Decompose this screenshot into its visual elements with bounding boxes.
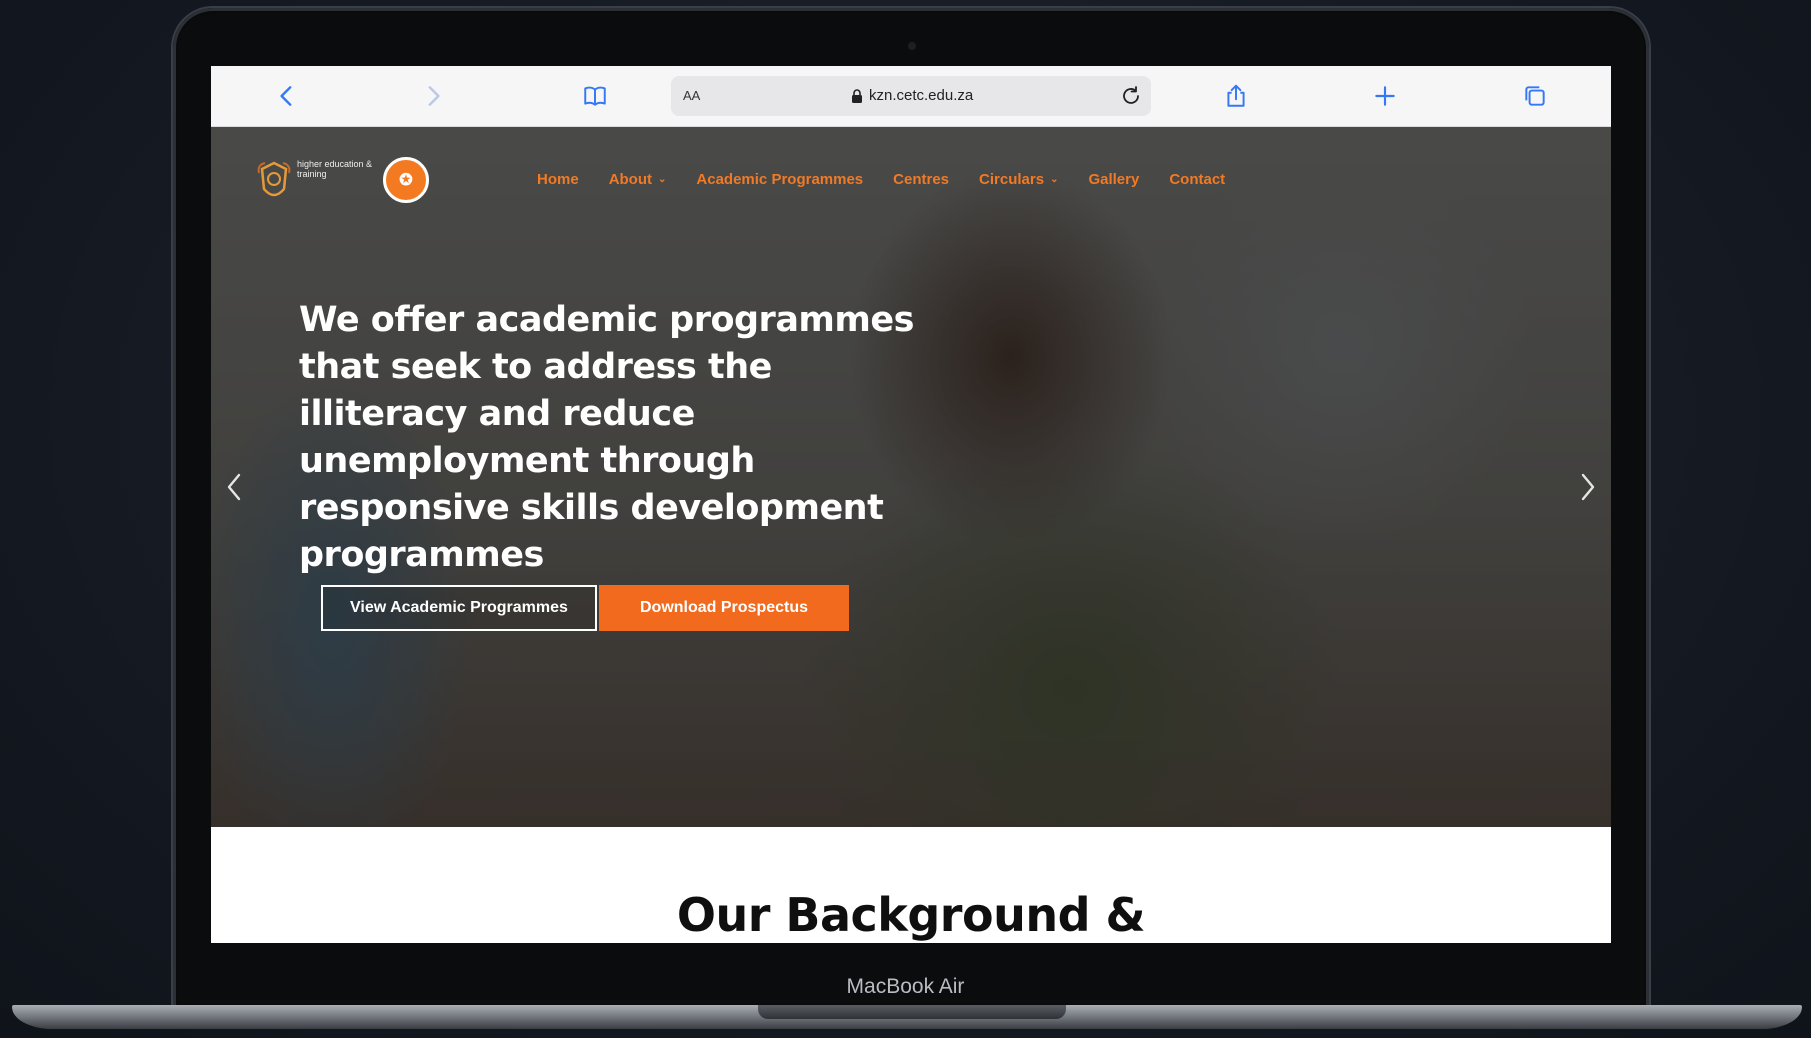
chevron-down-icon: ⌄ — [1050, 174, 1059, 185]
chevron-left-icon — [227, 473, 241, 501]
forward-button[interactable] — [417, 80, 449, 112]
download-prospectus-button[interactable]: Download Prospectus — [599, 585, 849, 631]
nav-home[interactable]: Home — [537, 171, 579, 188]
nav-contact[interactable]: Contact — [1169, 171, 1225, 188]
bookmarks-button[interactable] — [579, 80, 611, 112]
address-bar[interactable]: AA kzn.cetc.edu.za — [671, 76, 1151, 116]
url-text: kzn.cetc.edu.za — [869, 87, 974, 104]
chevron-left-icon — [280, 86, 292, 106]
view-academic-programmes-button[interactable]: View Academic Programmes — [321, 585, 597, 631]
nav-centres[interactable]: Centres — [893, 171, 949, 188]
tabs-button[interactable] — [1519, 80, 1551, 112]
section-title: Our Background & — [676, 888, 1146, 942]
nav-academic-programmes[interactable]: Academic Programmes — [696, 171, 863, 188]
plus-icon — [1375, 86, 1395, 106]
share-button[interactable] — [1220, 80, 1252, 112]
main-nav: Home About ⌄ Academic Programmes Centres … — [537, 171, 1225, 188]
new-tab-button[interactable] — [1369, 80, 1401, 112]
browser-toolbar: AA kzn.cetc.edu.za — [211, 66, 1611, 127]
camera-dot — [908, 42, 916, 50]
logo-text: higher education & training — [297, 159, 373, 179]
laptop-screen: AA kzn.cetc.edu.za higher education & tr… — [211, 66, 1611, 943]
tabs-icon — [1525, 86, 1545, 106]
nav-gallery[interactable]: Gallery — [1088, 171, 1139, 188]
slider-next-button[interactable] — [1573, 467, 1601, 507]
book-icon — [584, 86, 606, 106]
scene: AA kzn.cetc.edu.za higher education & tr… — [0, 0, 1811, 1038]
nav-circulars[interactable]: Circulars ⌄ — [979, 171, 1058, 188]
chevron-right-icon — [428, 86, 440, 106]
device-model-label: MacBook Air — [846, 975, 965, 998]
chevron-right-icon — [1581, 473, 1595, 501]
chevron-down-icon: ⌄ — [658, 174, 667, 185]
coat-of-arms-icon — [257, 161, 291, 197]
hero-headline: We offer academic programmes that seek t… — [299, 300, 914, 575]
slider-prev-button[interactable] — [221, 467, 249, 507]
site-logo[interactable]: higher education & training ✪ — [255, 153, 431, 209]
back-button[interactable] — [271, 80, 303, 112]
lock-icon — [852, 89, 862, 103]
share-icon — [1227, 84, 1245, 107]
reload-icon[interactable] — [1119, 84, 1143, 108]
laptop-notch — [758, 1005, 1066, 1019]
nav-about[interactable]: About ⌄ — [609, 171, 667, 188]
hero-banner: higher education & training ✪ Home About… — [211, 127, 1611, 827]
reader-text-size-button[interactable]: AA — [683, 88, 700, 103]
college-seal-icon: ✪ — [383, 157, 429, 203]
